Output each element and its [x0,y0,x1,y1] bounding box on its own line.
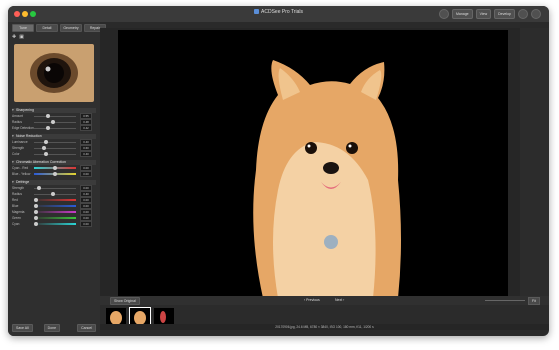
filmstrip: 20170906.jpg, 24.6 MB, 6780 × 3840, ISO … [100,305,549,330]
app-window: ACDSee Pro Trials Manage View Develop Tu… [8,6,549,336]
show-original-button[interactable]: Show Original [110,297,140,305]
app-icon [254,9,260,14]
crop-tool-icon[interactable]: ✚ [12,34,16,40]
compare-icon[interactable]: ▣ [19,34,24,40]
slider[interactable] [34,215,76,220]
slider[interactable] [34,120,76,124]
detail-preview [14,44,94,102]
tab-detail[interactable]: Detail [36,24,58,32]
image-canvas[interactable] [100,28,520,298]
section-header[interactable]: Noise Reduction [12,134,96,139]
slider[interactable] [34,221,76,226]
settings-icon[interactable] [438,9,449,19]
next-button[interactable]: Next › [335,297,344,304]
slider[interactable] [34,146,76,150]
save-button[interactable]: Save All [12,324,33,332]
cancel-button[interactable]: Cancel [77,324,96,332]
title-bar: ACDSee Pro Trials Manage View Develop [8,6,549,22]
mode-switcher: Manage View Develop [438,9,541,19]
panel-actions: Save All Done Cancel [12,324,96,332]
sharpening-section: Sharpening Amount0.55 Radius0.48 Edge De… [12,108,96,131]
right-toolbar [520,28,549,296]
section-header[interactable]: Sharpening [12,108,96,113]
manage-mode-button[interactable]: Manage [451,9,473,19]
slider[interactable] [34,209,76,214]
develop-tabs: Tune Detail Geometry Repair [12,24,106,32]
zoom-dropdown[interactable]: Fit [528,297,540,305]
filmstrip-thumb-selected[interactable] [129,307,151,326]
section-header[interactable]: Chromatic Aberration Correction [12,160,96,165]
status-bar: 20170906.jpg, 24.6 MB, 6780 × 3840, ISO … [100,324,549,330]
done-button[interactable]: Done [43,324,61,332]
develop-left-panel: Tune Detail Geometry Repair ✚ ▣ Sharpeni… [8,22,106,336]
noise-reduction-section: Noise Reduction Luminance0.40 Strength0.… [12,134,96,157]
slider[interactable] [34,186,76,190]
filmstrip-thumb[interactable] [154,308,174,325]
slider[interactable] [34,171,76,176]
panel-tools: ✚ ▣ [12,34,24,40]
section-header[interactable]: Defringe [12,180,96,185]
navigation-bar: Show Original ‹ Previous Next › Fit [100,296,549,305]
user-icon[interactable] [518,9,528,19]
slider[interactable] [34,126,76,130]
main-photo [118,30,508,298]
slider[interactable] [34,152,76,156]
slider[interactable] [34,165,76,170]
chromatic-aberration-section: Chromatic Aberration Correction Cyan - R… [12,160,96,177]
zoom-slider[interactable] [485,300,525,301]
slider[interactable] [34,197,76,202]
view-mode-button[interactable]: View [475,9,492,19]
develop-mode-button[interactable]: Develop [494,9,515,19]
tab-geometry[interactable]: Geometry [60,24,82,32]
defringe-section: Defringe Strength0.00 Radius0.40 Red0.00… [12,180,96,227]
help-icon[interactable] [531,9,541,19]
slider[interactable] [34,192,76,196]
slider[interactable] [34,203,76,208]
filmstrip-thumb[interactable] [106,308,126,325]
slider[interactable] [34,114,76,118]
tab-tune[interactable]: Tune [12,24,34,32]
slider[interactable] [34,140,76,144]
previous-button[interactable]: ‹ Previous [304,297,320,304]
